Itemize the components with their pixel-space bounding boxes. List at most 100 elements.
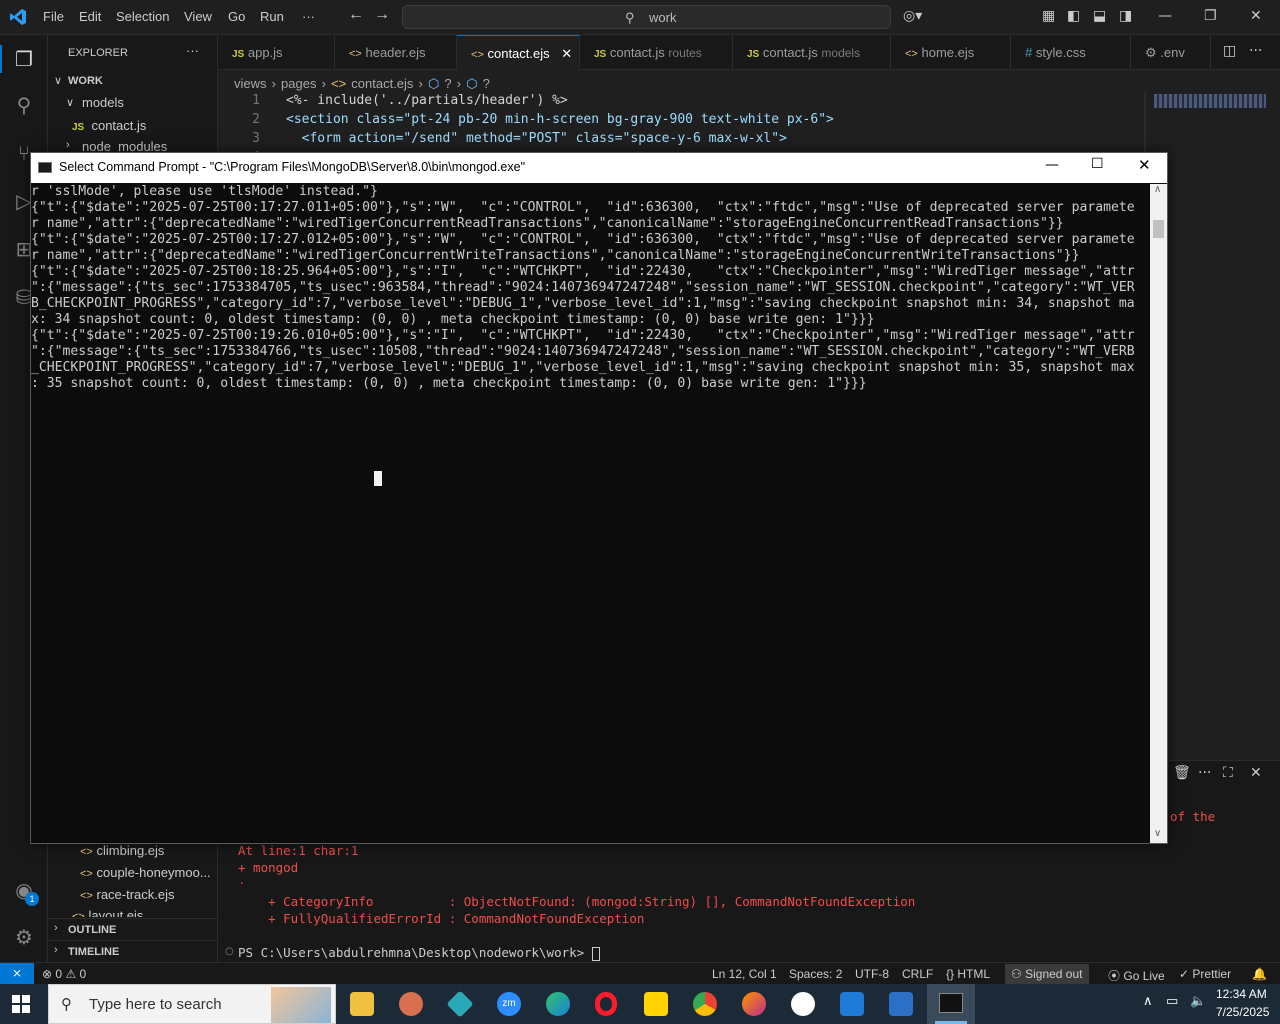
indentation[interactable]: Spaces: 2 (789, 967, 842, 981)
explorer-more-icon[interactable]: ··· (186, 43, 199, 58)
network-icon[interactable]: ▭ (1166, 994, 1178, 1009)
tab-home-ejs[interactable]: <> home.ejs (891, 35, 1011, 70)
cmd-taskbar-active[interactable] (927, 984, 975, 1024)
menu-more[interactable]: ··· (302, 9, 315, 24)
chevron-right-icon[interactable]: › (54, 944, 58, 956)
toggle-panel-icon[interactable]: ⬓ (1093, 8, 1106, 24)
breadcrumb-item[interactable]: contact.ejs (351, 76, 413, 91)
tab-contact-js-routes[interactable]: JS contact.js routes (580, 35, 733, 70)
cmd-title-bar[interactable]: Select Command Prompt - "C:\Program File… (31, 153, 1167, 183)
breadcrumb-item[interactable]: ? (483, 76, 490, 91)
encoding[interactable]: UTF-8 (855, 967, 889, 981)
trash-icon[interactable]: 🗑 (1173, 765, 1191, 781)
minimize-icon[interactable]: — (1158, 8, 1172, 24)
file-explorer-icon[interactable] (350, 992, 374, 1016)
workspace-root[interactable]: WORK (68, 75, 103, 87)
cmd-scrollbar[interactable]: ∧ ∨ (1150, 184, 1167, 843)
sticky-notes-icon[interactable] (644, 992, 668, 1016)
command-center-search[interactable]: ⚲ work (402, 5, 891, 29)
forward-arrow-icon[interactable]: → (374, 6, 390, 24)
cmd-output[interactable]: r 'sslMode', please use 'tlsMode' instea… (31, 184, 1151, 842)
signed-out-status[interactable]: ⚇ Signed out (1005, 964, 1089, 984)
clock-time[interactable]: 12:34 AM (1216, 987, 1267, 1001)
prettier-status[interactable]: ✓ Prettier (1179, 967, 1231, 981)
minimize-icon[interactable]: — (1045, 157, 1059, 173)
chevron-down-icon[interactable]: ∨ (54, 74, 62, 87)
menu-run[interactable]: Run (260, 9, 284, 24)
close-icon[interactable]: ✕ (1250, 8, 1262, 24)
chevron-down-icon[interactable]: ∨ (66, 96, 74, 109)
customize-layout-icon[interactable]: ▦ (1042, 8, 1055, 24)
file-couple-honeymoon-ejs[interactable]: <> couple-honeymoo... (80, 865, 211, 880)
maximize-icon[interactable]: ☐ (1091, 156, 1104, 172)
powershell-icon[interactable] (889, 992, 913, 1016)
chevron-right-icon[interactable]: › (54, 922, 58, 934)
code-line[interactable]: 2 <section class="pt-24 pb-20 min-h-scree… (218, 112, 834, 127)
menu-go[interactable]: Go (228, 9, 245, 24)
app-icon[interactable] (399, 992, 423, 1016)
language-mode[interactable]: {} HTML (946, 967, 990, 981)
maximize-panel-icon[interactable]: ⛶ (1223, 765, 1233, 781)
notifications-bell-icon[interactable]: 🔔 (1252, 967, 1267, 981)
tab-style-css[interactable]: # style.css (1011, 35, 1131, 70)
cursor-position[interactable]: Ln 12, Col 1 (712, 967, 777, 981)
zoom-icon[interactable]: zm (497, 992, 521, 1016)
close-tab-icon[interactable]: ✕ (561, 46, 572, 61)
firefox-icon[interactable] (742, 992, 766, 1016)
split-editor-icon[interactable]: ◫ (1223, 43, 1236, 59)
toggle-secondary-sidebar-icon[interactable]: ◨ (1119, 8, 1132, 24)
opera-icon[interactable] (595, 992, 617, 1016)
menu-edit[interactable]: Edit (79, 9, 101, 24)
mongodb-compass-icon[interactable] (791, 992, 815, 1016)
terminal-prompt[interactable]: PS C:\Users\abdulrehmna\Desktop\nodework… (238, 945, 600, 961)
copilot-icon[interactable]: ◎▾ (903, 8, 922, 24)
chevron-down-icon[interactable]: ∨ (1154, 828, 1161, 839)
chevron-up-icon[interactable]: ∧ (1154, 184, 1161, 195)
explorer-icon[interactable]: ❐ (12, 47, 36, 71)
chrome-icon[interactable] (693, 992, 717, 1016)
tab-header-ejs[interactable]: <> header.ejs (335, 35, 457, 70)
file-layout-ejs[interactable]: <> layout.ejs (72, 908, 143, 917)
command-prompt-window[interactable]: Select Command Prompt - "C:\Program File… (30, 152, 1168, 844)
code-line[interactable]: 1 <%- include('../partials/header') %> (218, 93, 568, 108)
end-of-line[interactable]: CRLF (902, 967, 933, 981)
back-arrow-icon[interactable]: ← (348, 6, 364, 24)
remote-icon[interactable]: ⨯ (0, 963, 34, 985)
app-icon[interactable] (446, 990, 474, 1018)
editor-more-icon[interactable]: ··· (1249, 43, 1262, 59)
breadcrumb-item[interactable]: views (234, 76, 267, 91)
search-icon[interactable]: ⚲ (12, 93, 36, 117)
folder-models[interactable]: models (82, 95, 124, 110)
menu-file[interactable]: File (43, 9, 64, 24)
close-panel-icon[interactable]: ✕ (1250, 765, 1262, 781)
file-race-track-ejs[interactable]: <> race-track.ejs (80, 887, 175, 902)
restore-icon[interactable]: ❐ (1204, 8, 1217, 24)
edge-icon[interactable] (546, 992, 570, 1016)
outline-section[interactable]: OUTLINE (68, 924, 116, 936)
cmd-scroll-thumb[interactable] (1153, 220, 1164, 238)
tab-contact-js-models[interactable]: JS contact.js models (733, 35, 891, 70)
panel-more-icon[interactable]: ··· (1198, 765, 1211, 781)
windows-start-icon[interactable] (12, 995, 30, 1013)
problems-indicator[interactable]: ⊗ 0 ⚠ 0 (42, 967, 86, 981)
timeline-section[interactable]: TIMELINE (68, 946, 119, 958)
go-live-button[interactable]: ⦿ Go Live (1108, 967, 1165, 984)
vscode-taskbar-icon[interactable] (840, 992, 864, 1016)
close-icon[interactable]: ✕ (1138, 156, 1151, 174)
tab-app-js[interactable]: JS app.js (218, 35, 335, 70)
clock-date[interactable]: 7/25/2025 (1216, 1005, 1269, 1019)
breadcrumb-item[interactable]: ? (444, 76, 451, 91)
file-climbing-ejs[interactable]: <> climbing.ejs (80, 843, 164, 858)
menu-view[interactable]: View (184, 9, 212, 24)
menu-selection[interactable]: Selection (116, 9, 169, 24)
tab-contact-ejs[interactable]: <> contact.ejs ✕ (457, 35, 580, 70)
minimap[interactable] (1154, 94, 1266, 108)
chevron-up-icon[interactable]: ∧ (1143, 994, 1153, 1009)
file-contact-js[interactable]: JS contact.js (72, 118, 146, 133)
breadcrumb-item[interactable]: pages (281, 76, 316, 91)
tab-env[interactable]: ⚙ .env (1131, 35, 1211, 70)
toggle-sidebar-icon[interactable]: ◧ (1067, 8, 1080, 24)
code-line[interactable]: 3 <form action="/send" method="POST" cla… (218, 131, 787, 146)
chevron-right-icon[interactable]: › (66, 139, 70, 151)
manage-gear-icon[interactable]: ⚙ (12, 925, 36, 949)
